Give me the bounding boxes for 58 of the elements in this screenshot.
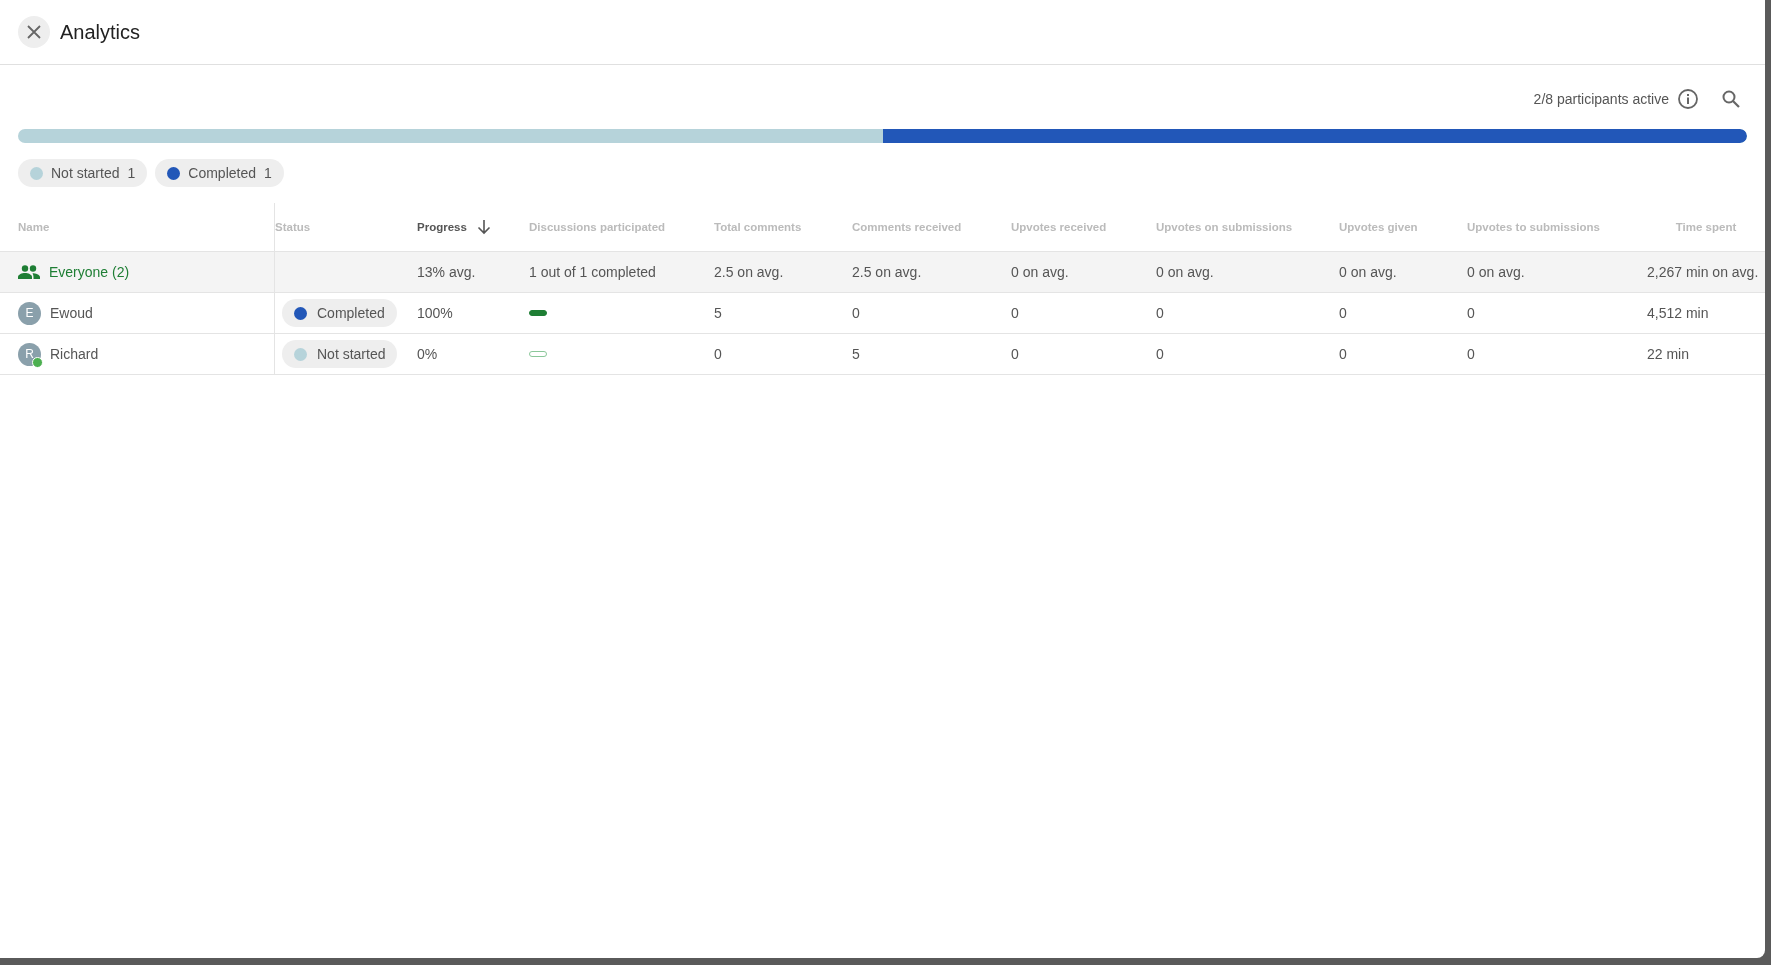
sort-arrow-icon[interactable] [476,219,491,235]
info-icon[interactable] [1677,88,1699,110]
status-label: Completed [317,305,385,321]
table-cell: 100% [417,305,453,321]
table-cell: 0 [1156,346,1164,362]
table-cell: 0 [852,305,860,321]
table-cell: 4,512 min [1647,305,1709,321]
close-icon [26,24,42,40]
table-cell: 1 out of 1 completed [529,264,656,280]
status-filter-chip[interactable]: Completed 1 [155,159,284,187]
search-icon[interactable] [1721,89,1741,109]
chip-count: 1 [127,165,136,181]
chip-label: Completed [188,165,256,181]
table-cell: 0 on avg. [1467,264,1525,280]
table-cell: 0 [714,346,722,362]
group-icon [18,265,40,279]
group-name[interactable]: Everyone (2) [49,264,130,280]
online-indicator [32,356,43,368]
column-header[interactable]: Upvotes to submissions [1467,221,1600,233]
chip-count: 1 [264,165,272,181]
participant-name[interactable]: Ewoud [50,305,93,321]
column-header[interactable]: Comments received [852,221,962,233]
window-title: Analytics [60,20,141,44]
table-cell: 0 [1156,305,1164,321]
avatar: E [18,301,41,325]
table-cell: 0 [1467,305,1475,321]
table-cell: 0 [1011,346,1019,362]
table-cell: 5 [852,346,860,362]
column-header[interactable]: Name [18,221,50,233]
column-header[interactable]: Progress [417,221,467,233]
column-header[interactable]: Discussions participated [529,221,666,233]
table-cell: 13% avg. [417,264,476,280]
table-cell: 0 on avg. [1011,264,1069,280]
avatar: R [18,342,41,366]
column-header[interactable]: Upvotes received [1011,221,1107,233]
column-header[interactable]: Time spent [1675,221,1737,233]
table-cell: 0 [1467,346,1475,362]
table-cell: 22 min [1647,346,1690,362]
table-cell: 0 on avg. [1339,264,1397,280]
participant-name[interactable]: Richard [50,346,99,362]
table-cell: 0 on avg. [1156,264,1214,280]
table-cell: 2.5 on avg. [714,264,784,280]
close-button[interactable] [18,16,50,48]
table-cell: 0 [1339,305,1347,321]
table-cell: 5 [714,305,722,321]
table-cell: 2.5 on avg. [852,264,922,280]
status-label: Not started [317,346,386,362]
table-cell: 2,267 min on avg. [1647,264,1759,280]
participants-active-text: 2/8 participants active [1533,91,1669,107]
table-cell: 0% [417,346,438,362]
column-header[interactable]: Status [275,221,311,233]
table-cell: 0 [1011,305,1019,321]
chip-label: Not started [51,165,120,181]
column-header[interactable]: Upvotes on submissions [1156,221,1293,233]
column-header[interactable]: Total comments [714,221,802,233]
column-header[interactable]: Upvotes given [1339,221,1418,233]
table-cell: 0 [1339,346,1347,362]
status-filter-chip[interactable]: Not started 1 [18,159,148,187]
